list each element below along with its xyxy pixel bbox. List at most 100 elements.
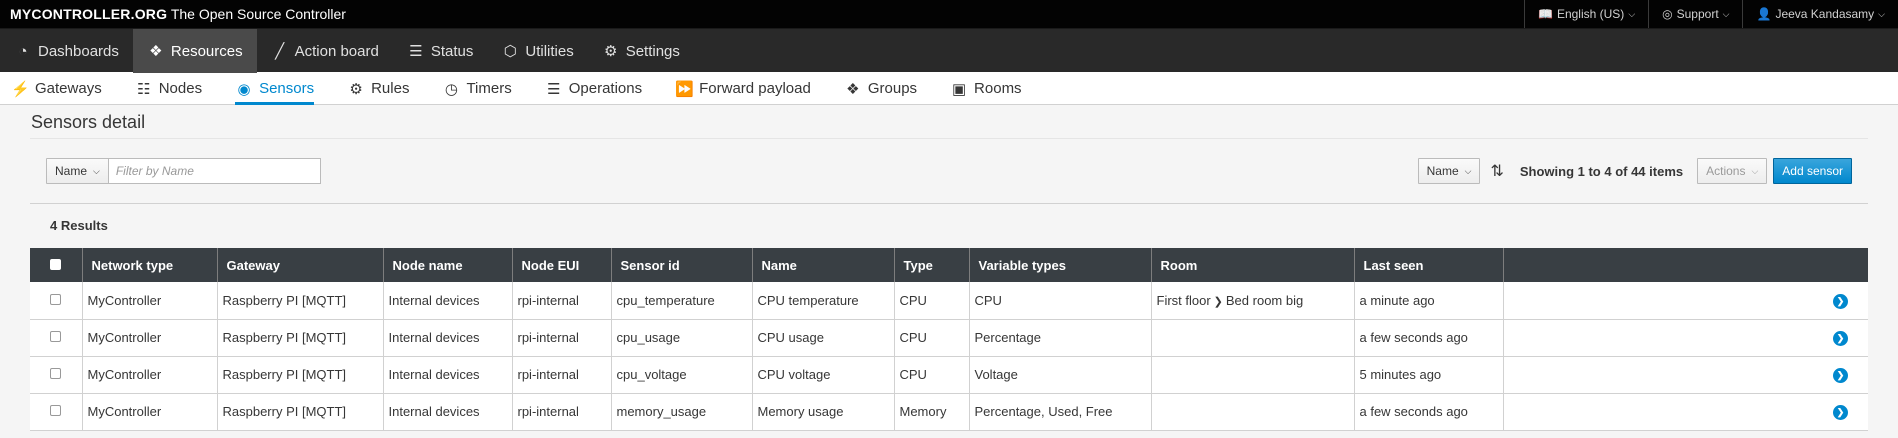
room-parent: First floor <box>1156 292 1211 308</box>
actions-button[interactable]: Actions ⌵ <box>1697 158 1768 184</box>
subnav-gateways[interactable]: ⚡ Gateways <box>11 72 102 105</box>
filter-input[interactable] <box>108 158 321 184</box>
file-icon: ☰ <box>409 43 423 60</box>
subnav-rules[interactable]: ⚙ Rules <box>347 72 409 105</box>
col-node-eui[interactable]: Node EUI <box>512 248 612 282</box>
table-row[interactable]: MyController Raspberry PI [MQTT] Interna… <box>30 319 1868 356</box>
language-menu[interactable]: 📖 English (US) ⌵ <box>1524 0 1648 28</box>
cell-last-seen: a few seconds ago <box>1354 319 1504 356</box>
arrow-circle-right-icon[interactable]: ❯ <box>1833 331 1848 346</box>
subnav-nodes[interactable]: ☷ Nodes <box>135 72 202 105</box>
nav-status[interactable]: ☰ Status <box>393 29 488 73</box>
row-select-cell <box>30 319 83 356</box>
col-name[interactable]: Name <box>752 248 895 282</box>
cell-last-seen: a minute ago <box>1354 282 1504 319</box>
subnav-label: Nodes <box>158 80 203 97</box>
col-network-type[interactable]: Network type <box>82 248 218 282</box>
chevron-down-icon: ⌵ <box>93 165 100 176</box>
nav-label: Action board <box>294 42 379 60</box>
support-menu[interactable]: ◎ Support ⌵ <box>1648 0 1742 28</box>
filter-field-label: Name <box>55 164 88 178</box>
eye-icon: ◉ <box>237 80 251 98</box>
cell-variable-types: Percentage <box>969 319 1152 356</box>
page-title: Sensors detail <box>30 105 1868 139</box>
nav-resources[interactable]: ❖ Resources <box>132 29 257 73</box>
table-row[interactable]: MyController Raspberry PI [MQTT] Interna… <box>30 356 1868 393</box>
col-last-seen[interactable]: Last seen <box>1354 248 1504 282</box>
filter-field-select[interactable]: Name ⌵ <box>46 158 109 184</box>
results-count: 4 Results <box>50 218 108 233</box>
cell-node-eui: rpi-internal <box>512 282 612 319</box>
subnav-operations[interactable]: ☰ Operations <box>545 72 642 105</box>
subnav-rooms[interactable]: ▣ Rooms <box>950 72 1022 105</box>
subnav-groups[interactable]: ❖ Groups <box>844 72 917 105</box>
cell-gateway: Raspberry PI [MQTT] <box>217 282 384 319</box>
sub-nav: ⚡ Gateways ☷ Nodes ◉ Sensors ⚙ Rules ◷ T… <box>0 72 1898 105</box>
nav-label: Utilities <box>525 42 574 60</box>
cell-node-name: Internal devices <box>383 393 513 430</box>
row-checkbox[interactable] <box>50 368 62 379</box>
cell-room <box>1151 319 1355 356</box>
add-sensor-button[interactable]: Add sensor <box>1773 158 1852 184</box>
row-select-cell <box>30 393 83 430</box>
sort-alpha-icon[interactable]: ⇅ <box>1490 161 1503 181</box>
col-gateway[interactable]: Gateway <box>217 248 384 282</box>
subnav-label: Gateways <box>35 80 102 97</box>
user-menu[interactable]: 👤 Jeeva Kandasamy ⌵ <box>1742 0 1898 28</box>
clock-icon: ◷ <box>444 80 458 98</box>
subnav-timers[interactable]: ◷ Timers <box>442 72 512 105</box>
subnav-label: Timers <box>466 80 512 97</box>
chevron-down-icon: ⌵ <box>1722 8 1730 19</box>
support-label: Support <box>1676 7 1719 21</box>
select-all-checkbox[interactable] <box>50 258 62 270</box>
sort-field-select[interactable]: Name ⌵ <box>1417 158 1481 184</box>
nav-settings[interactable]: ⚙ Settings <box>588 29 694 73</box>
cell-network-type: MyController <box>82 319 218 356</box>
cell-sensor-id: cpu_usage <box>611 319 753 356</box>
col-variable-types[interactable]: Variable types <box>969 248 1152 282</box>
subnav-label: Rooms <box>974 80 1022 97</box>
cell-last-seen: a few seconds ago <box>1354 393 1504 430</box>
cell-network-type: MyController <box>82 356 218 393</box>
cell-type: CPU <box>894 356 970 393</box>
pagination-summary: Showing 1 to 4 of 44 items <box>1519 163 1684 179</box>
cell-node-eui: rpi-internal <box>512 356 612 393</box>
forward-icon: ⏩ <box>675 80 694 98</box>
cell-variable-types: Percentage, Used, Free <box>969 393 1152 430</box>
nav-label: Status <box>430 42 474 60</box>
table-row[interactable]: MyController Raspberry PI [MQTT] Interna… <box>30 393 1868 430</box>
cell-variable-types: CPU <box>969 282 1152 319</box>
row-checkbox[interactable] <box>50 331 62 342</box>
chevron-down-icon: ⌵ <box>1464 165 1472 176</box>
table-row[interactable]: MyController Raspberry PI [MQTT] Interna… <box>30 282 1868 319</box>
content: Sensors detail Name ⌵ Name ⌵ ⇅ Showing 1… <box>0 105 1898 431</box>
top-bar: MYCONTROLLER.ORG The Open Source Control… <box>0 0 1898 28</box>
actions-label: Actions <box>1706 164 1746 178</box>
cell-open: ❯ <box>1503 319 1868 356</box>
cell-room <box>1151 393 1355 430</box>
sitemap-icon: ☷ <box>136 80 151 98</box>
arrow-circle-right-icon[interactable]: ❯ <box>1833 293 1848 309</box>
col-room[interactable]: Room <box>1151 248 1355 282</box>
cell-open: ❯ <box>1503 356 1868 393</box>
cell-gateway: Raspberry PI [MQTT] <box>217 393 384 430</box>
nav-dashboards[interactable]: ◔ Dashboards <box>0 29 133 73</box>
nav-utilities[interactable]: ⬡ Utilities <box>487 29 587 73</box>
cell-last-seen: 5 minutes ago <box>1354 356 1504 393</box>
arrow-circle-right-icon[interactable]: ❯ <box>1833 368 1848 383</box>
cell-name: CPU usage <box>752 319 895 356</box>
cubes-icon: ❖ <box>846 80 860 98</box>
col-node-name[interactable]: Node name <box>383 248 513 282</box>
col-type[interactable]: Type <box>894 248 970 282</box>
col-sensor-id[interactable]: Sensor id <box>611 248 753 282</box>
cell-sensor-id: cpu_voltage <box>611 356 753 393</box>
nav-action-board[interactable]: ╱ Action board <box>257 29 393 73</box>
brand[interactable]: MYCONTROLLER.ORG The Open Source Control… <box>0 6 346 22</box>
row-checkbox[interactable] <box>50 405 62 416</box>
subnav-forward-payload[interactable]: ⏩ Forward payload <box>675 72 811 105</box>
row-checkbox[interactable] <box>50 293 62 305</box>
gears-icon: ⚙ <box>349 80 363 98</box>
arrow-circle-right-icon[interactable]: ❯ <box>1833 405 1848 420</box>
language-label: English (US) <box>1556 7 1625 21</box>
subnav-sensors[interactable]: ◉ Sensors <box>235 72 315 105</box>
